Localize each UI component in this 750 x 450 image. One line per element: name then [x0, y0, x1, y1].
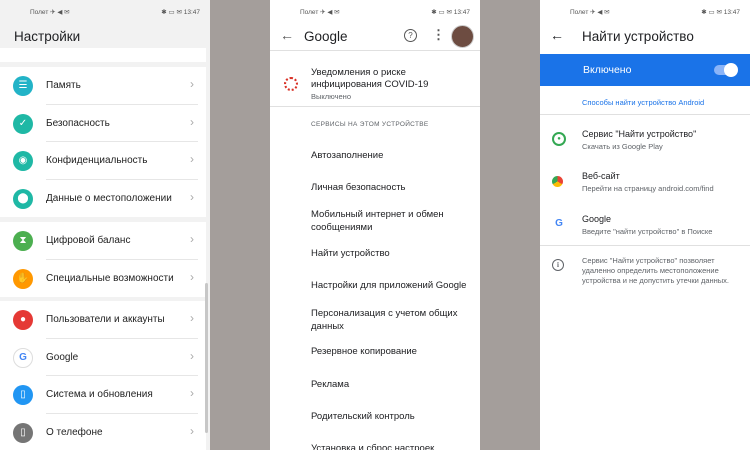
avatar[interactable]	[451, 25, 474, 48]
google-icon: G	[555, 218, 563, 229]
divider	[540, 245, 750, 246]
back-arrow-icon[interactable]: ←	[550, 27, 564, 43]
shield-icon: ✓	[13, 113, 33, 134]
settings-group-3: ● Пользователи и аккаунты › G Google › ▯…	[0, 301, 206, 450]
menu-item-personal-safety[interactable]: Личная безопасность	[311, 181, 476, 194]
row-label: Пользователи и аккаунты	[46, 314, 165, 325]
option-title[interactable]: Веб-сайт	[582, 171, 620, 181]
chevron-right-icon: ›	[190, 386, 194, 400]
status-right: ✱ ▭ ✉ 13:47	[431, 9, 470, 16]
chevron-right-icon: ›	[190, 152, 194, 166]
menu-item-autofill[interactable]: Автозаполнение	[311, 149, 476, 162]
help-icon[interactable]: ?	[404, 29, 417, 42]
covid-notifications-title[interactable]: Уведомления о риске инфицирования COVID-…	[311, 67, 471, 91]
chevron-right-icon: ›	[190, 232, 194, 246]
location-pin-icon: ⬤	[13, 188, 33, 209]
phone-system-icon: ▯	[13, 385, 33, 405]
status-left: Полет ✈ ◀ ✉	[300, 9, 340, 16]
chevron-right-icon: ›	[190, 114, 194, 129]
chrome-icon	[552, 176, 563, 187]
info-text: Сервис "Найти устройство" позволяет удал…	[582, 256, 730, 285]
google-icon: G	[13, 347, 33, 368]
row-label: Цифровой баланс	[46, 235, 131, 246]
hand-icon: ✋	[13, 268, 33, 289]
row-label: О телефоне	[46, 426, 103, 438]
chevron-right-icon: ›	[190, 269, 194, 284]
menu-item-mobile-data[interactable]: Мобильный интернет и обмен сообщениями	[311, 208, 476, 234]
page-title: Настройки	[14, 29, 81, 44]
chevron-right-icon: ›	[190, 348, 194, 363]
find-device-screen: Полет ✈ ◀ ✉ ✱ ▭ ✉ 13:47 ← Найти устройст…	[540, 0, 750, 450]
divider	[270, 106, 480, 107]
menu-item-backup[interactable]: Резервное копирование	[311, 345, 476, 358]
page-title: Google	[304, 29, 348, 44]
chevron-right-icon: ›	[190, 189, 194, 204]
divider	[270, 50, 480, 51]
menu-item-google-apps[interactable]: Настройки для приложений Google	[311, 279, 476, 292]
settings-row-accessibility[interactable]: ✋ Специальные возможности ›	[0, 260, 206, 298]
covid-exposure-icon	[284, 77, 298, 91]
chevron-right-icon: ›	[190, 311, 194, 325]
user-icon: ●	[13, 310, 33, 330]
enabled-label: Включено	[583, 64, 632, 76]
covid-notifications-status: Выключено	[311, 92, 351, 101]
section-header: СЕРВИСЫ НА ЭТОМ УСТРОЙСТВЕ	[311, 121, 429, 128]
row-label: Специальные возможности	[46, 272, 174, 284]
settings-group-2: ⧗ Цифровой баланс › ✋ Специальные возмож…	[0, 222, 206, 297]
settings-row-memory[interactable]: ☰ Память ›	[0, 67, 206, 105]
status-bar: Полет ✈ ◀ ✉ ✱ ▭ ✉ 13:47	[540, 0, 750, 22]
settings-row-privacy[interactable]: ◉ Конфиденциальность ›	[0, 142, 206, 180]
menu-item-find-device[interactable]: Найти устройство	[311, 247, 476, 260]
option-subtitle: Скачать из Google Play	[582, 142, 663, 151]
option-subtitle: Введите "найти устройство" в Поиске	[582, 227, 713, 236]
status-right: ✱ ▭ ✉ 13:47	[161, 9, 200, 16]
status-right: ✱ ▭ ✉ 13:47	[701, 9, 740, 16]
enabled-toggle[interactable]	[714, 63, 738, 77]
ways-to-find-link[interactable]: Способы найти устройство Android	[582, 98, 704, 107]
row-label: Система и обновления	[46, 389, 153, 400]
settings-row-security[interactable]: ✓ Безопасность ›	[0, 105, 206, 142]
divider	[540, 114, 750, 115]
scrollbar[interactable]	[205, 283, 208, 433]
settings-screen: Полет ✈ ◀ ✉ ✱ ▭ ✉ 13:47 Настройки ☰ Памя…	[0, 0, 210, 450]
row-label: Google	[46, 351, 79, 363]
status-left: Полет ✈ ◀ ✉	[30, 9, 70, 16]
page-title: Найти устройство	[582, 29, 694, 44]
menu-item-ads[interactable]: Реклама	[311, 378, 476, 391]
row-label: Безопасность	[46, 117, 110, 129]
google-settings-screen: Полет ✈ ◀ ✉ ✱ ▭ ✉ 13:47 ← Google ? ⋮ Уве…	[270, 0, 480, 450]
settings-row-system[interactable]: ▯ Система и обновления ›	[0, 376, 206, 414]
chevron-right-icon: ›	[190, 77, 194, 91]
status-bar: Полет ✈ ◀ ✉ ✱ ▭ ✉ 13:47	[270, 0, 480, 22]
toggle-knob	[724, 63, 738, 77]
enabled-banner[interactable]: Включено	[540, 54, 750, 86]
settings-row-google[interactable]: G Google ›	[0, 339, 206, 376]
menu-item-personalization[interactable]: Персонализация с учетом общих данных	[311, 307, 476, 333]
option-title[interactable]: Сервис "Найти устройство"	[582, 129, 696, 139]
option-title[interactable]: Google	[582, 214, 611, 224]
more-vert-icon[interactable]: ⋮	[432, 27, 445, 43]
status-left: Полет ✈ ◀ ✉	[570, 9, 610, 16]
settings-row-users[interactable]: ● Пользователи и аккаунты ›	[0, 301, 206, 339]
status-bar: Полет ✈ ◀ ✉ ✱ ▭ ✉ 13:47	[0, 0, 210, 22]
info-icon: i	[552, 259, 564, 271]
find-device-app-icon: ●	[552, 132, 566, 146]
menu-item-setup-reset[interactable]: Установка и сброс настроек	[311, 442, 476, 450]
option-subtitle: Перейти на страницу android.com/find	[582, 184, 714, 193]
settings-row-about[interactable]: ▯ О телефоне ›	[0, 414, 206, 450]
privacy-icon: ◉	[13, 151, 33, 171]
settings-group-1: ☰ Память › ✓ Безопасность › ◉ Конфиденци…	[0, 67, 206, 217]
settings-row-location[interactable]: ⬤ Данные о местоположении ›	[0, 180, 206, 218]
row-label: Память	[46, 80, 81, 91]
menu-item-parental-control[interactable]: Родительский контроль	[311, 410, 476, 423]
settings-row-digital-balance[interactable]: ⧗ Цифровой баланс ›	[0, 222, 206, 260]
chevron-right-icon: ›	[190, 423, 194, 438]
row-label: Конфиденциальность	[46, 155, 148, 166]
storage-icon: ☰	[13, 76, 33, 96]
partial-row	[0, 48, 206, 62]
back-arrow-icon[interactable]: ←	[280, 27, 294, 43]
row-label: Данные о местоположении	[46, 192, 172, 204]
hourglass-icon: ⧗	[13, 231, 33, 251]
phone-info-icon: ▯	[13, 422, 33, 443]
